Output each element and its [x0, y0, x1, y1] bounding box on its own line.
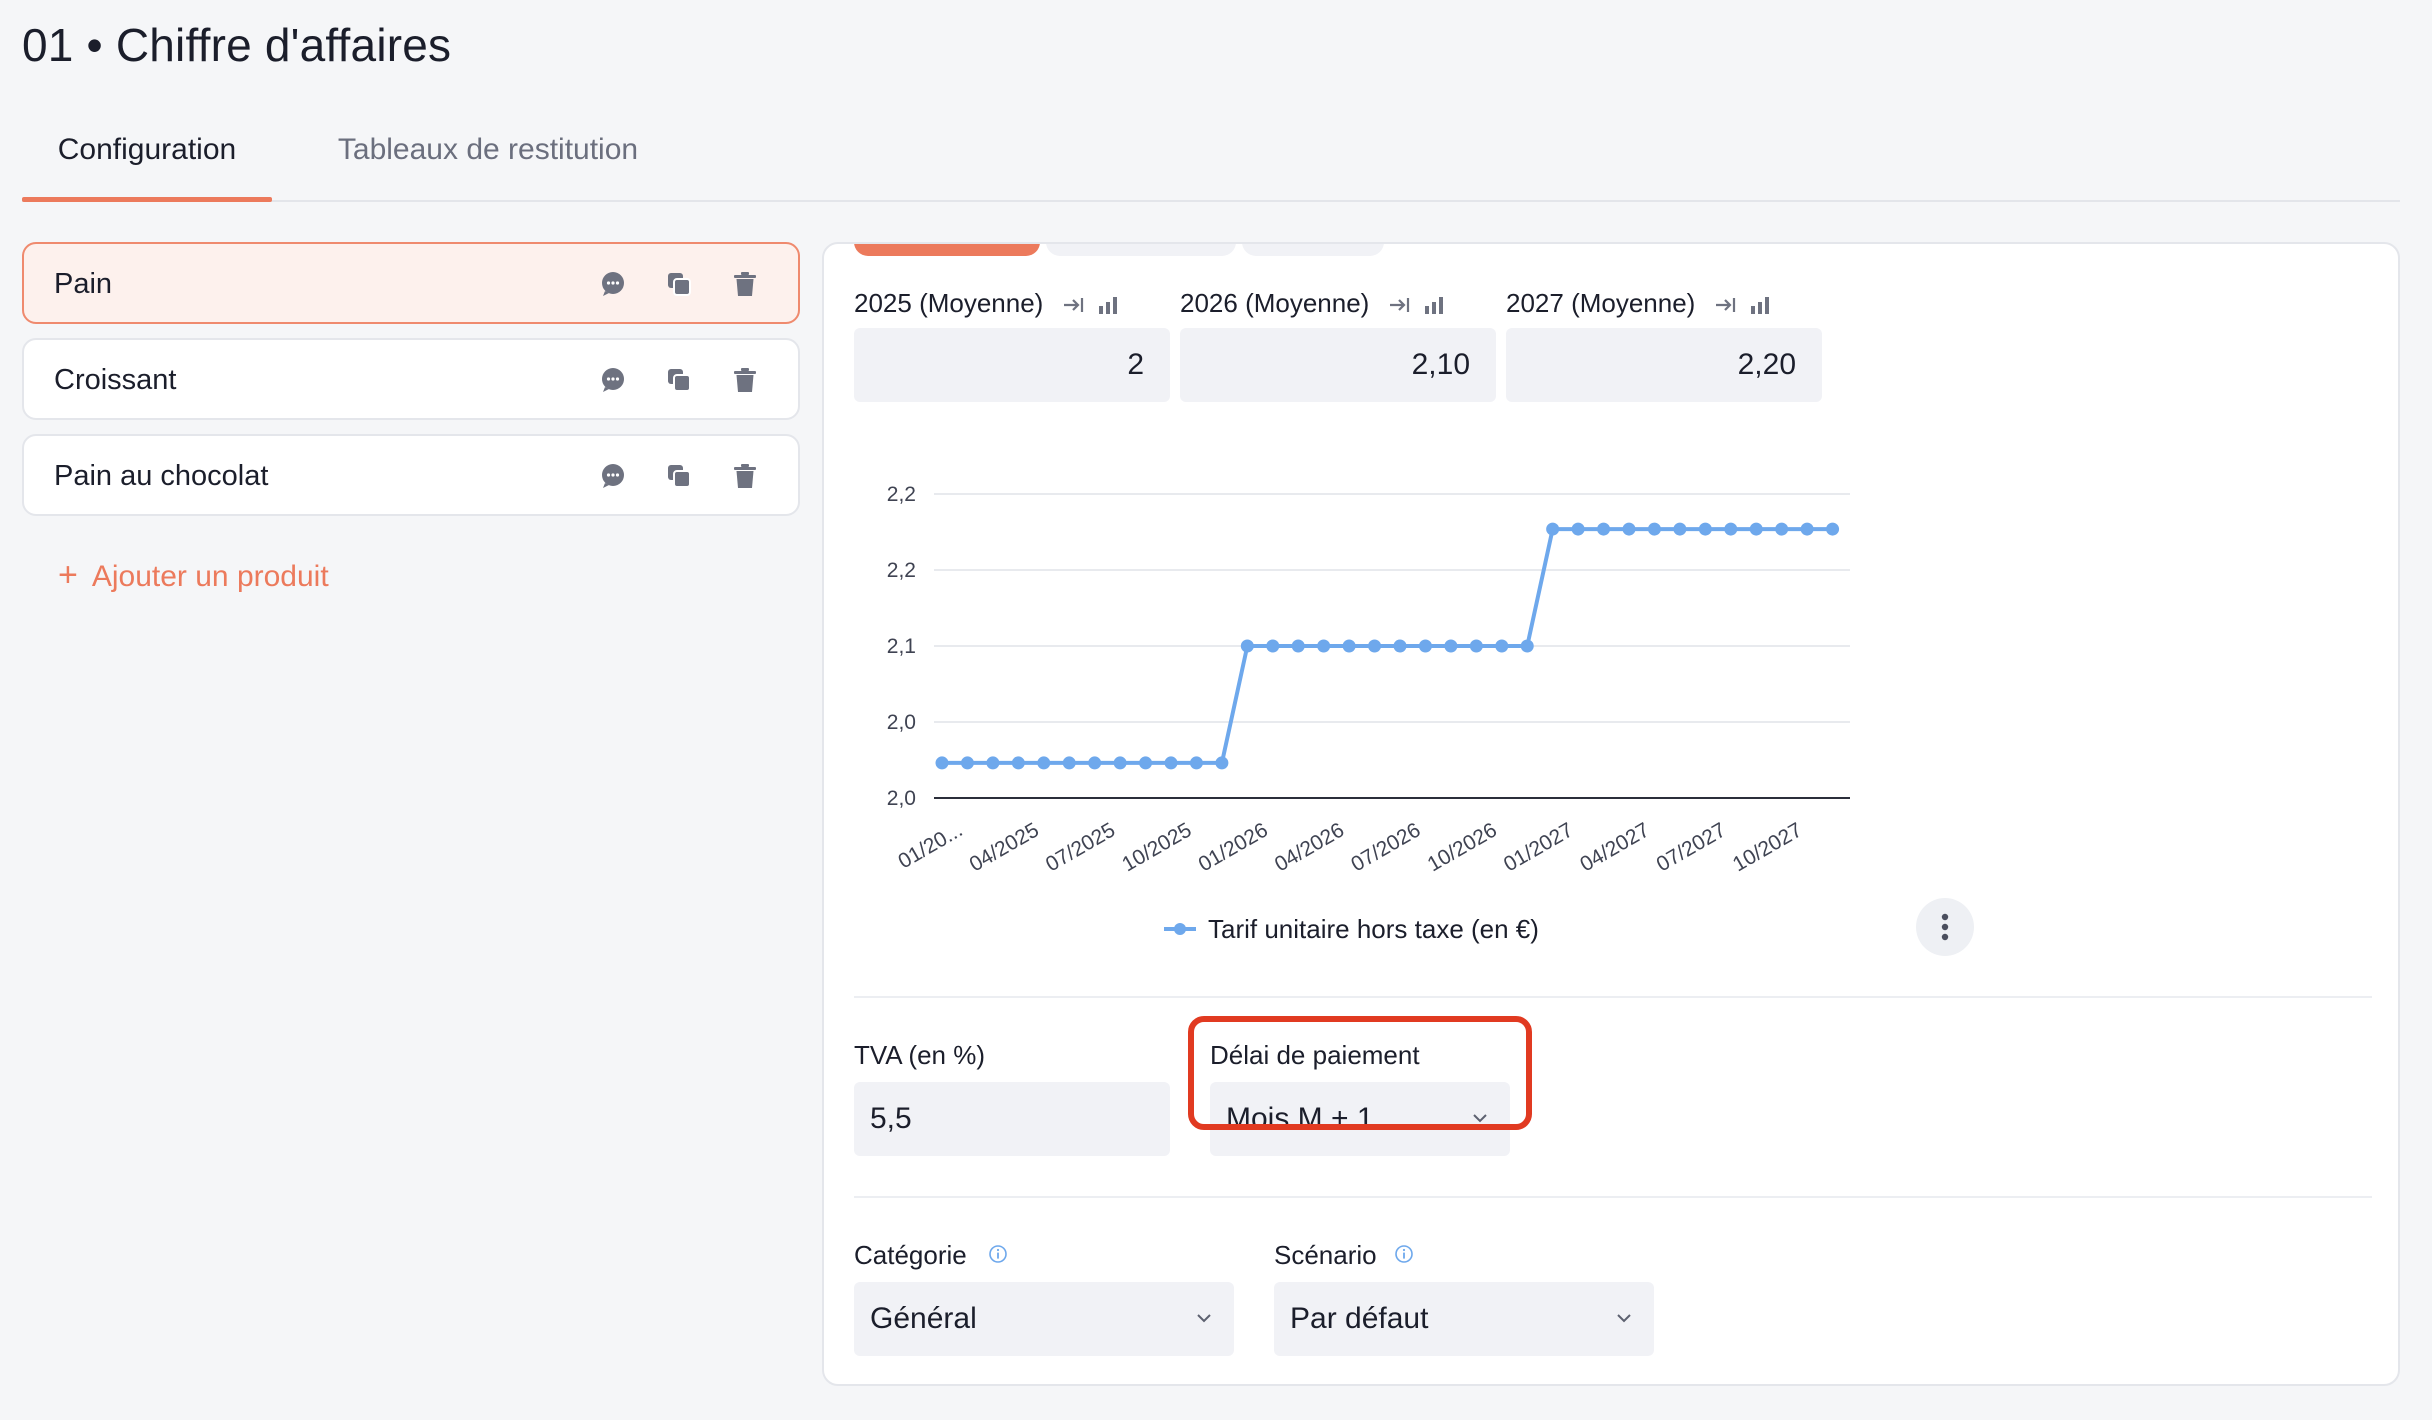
legend-marker: [1174, 923, 1186, 935]
data-point: [1546, 522, 1560, 536]
x-tick-label: 10/2027: [1729, 818, 1806, 876]
data-point: [1826, 522, 1840, 536]
data-point: [1495, 639, 1509, 653]
data-point: [1775, 522, 1789, 536]
tab-bar: Configuration Tableaux de restitution: [22, 124, 2400, 202]
chevron-down-icon: [1197, 1314, 1211, 1323]
chart-menu-button[interactable]: [1916, 898, 1974, 956]
trash-icon[interactable]: [730, 365, 760, 395]
product-detail-panel: 2025 (Moyenne) 2 2026 (Moyenne) 2,10 202…: [822, 242, 2400, 1386]
data-point: [1597, 522, 1611, 536]
y-tick-label: 2,0: [887, 787, 916, 810]
x-tick-label: 07/2026: [1347, 818, 1424, 876]
scenario-value: Par défaut: [1290, 1302, 1429, 1335]
scenario-label: Scénario: [1274, 1240, 1377, 1270]
data-point: [1393, 639, 1407, 653]
data-point: [1011, 756, 1025, 770]
tva-input[interactable]: 5,5: [854, 1082, 1170, 1156]
data-point: [1139, 756, 1153, 770]
tva-label: TVA (en %): [854, 1040, 986, 1070]
data-point: [1317, 639, 1331, 653]
price-line-chart: 2,22,22,12,02,0 01/20... 04/2025 07/2025 10…: [887, 483, 1850, 944]
x-tick-label: 07/2025: [1042, 818, 1119, 876]
comment-icon[interactable]: [598, 461, 628, 491]
data-point: [986, 756, 1000, 770]
data-point: [1800, 522, 1814, 536]
plus-icon: +: [58, 556, 78, 594]
info-icon[interactable]: [988, 1244, 1008, 1264]
tab-tableaux-de-restitution[interactable]: Tableaux de restitution: [308, 124, 668, 200]
data-point: [1164, 756, 1178, 770]
x-tick-label: 04/2025: [966, 818, 1043, 876]
x-tick-label: 10/2026: [1424, 818, 1501, 876]
x-tick-label: 04/2027: [1576, 818, 1653, 876]
trash-icon[interactable]: [730, 269, 760, 299]
comment-icon[interactable]: [598, 269, 628, 299]
categorie-label: Catégorie: [854, 1240, 967, 1270]
data-point: [1113, 756, 1127, 770]
x-tick-label: 04/2026: [1271, 818, 1348, 876]
data-point: [1037, 756, 1051, 770]
data-point: [960, 756, 974, 770]
page-title: 01 • Chiffre d'affaires: [22, 19, 452, 71]
x-tick-label: 07/2027: [1653, 818, 1730, 876]
divider: [854, 996, 2372, 998]
data-point: [935, 756, 949, 770]
data-point: [1444, 639, 1458, 653]
product-item-pain-au-chocolat[interactable]: Pain au chocolat: [22, 434, 800, 516]
tab-configuration[interactable]: Configuration: [22, 124, 272, 202]
data-point: [1622, 522, 1636, 536]
data-point: [1673, 522, 1687, 536]
x-tick-label: 01/20...: [894, 818, 966, 873]
y-tick-label: 2,2: [887, 559, 916, 582]
divider: [854, 1196, 2372, 1198]
data-point: [1749, 522, 1763, 536]
product-name: Pain: [54, 268, 113, 300]
comment-icon[interactable]: [598, 365, 628, 395]
data-point: [1088, 756, 1102, 770]
x-tick-label: 10/2025: [1118, 818, 1195, 876]
duplicate-icon[interactable]: [664, 461, 694, 491]
data-point: [1698, 522, 1712, 536]
trash-icon[interactable]: [730, 461, 760, 491]
highlight-box: [1188, 1016, 1532, 1130]
info-icon[interactable]: [1394, 1244, 1414, 1264]
legend-label: Tarif unitaire hors taxe (en €): [1208, 914, 1539, 944]
data-point: [1062, 756, 1076, 770]
y-tick-label: 2,2: [887, 483, 916, 506]
product-item-croissant[interactable]: Croissant: [22, 338, 800, 420]
chart-legend: Tarif unitaire hors taxe (en €): [1164, 914, 1539, 944]
data-point: [1647, 522, 1661, 536]
data-point: [1724, 522, 1738, 536]
categorie-value: Général: [870, 1302, 977, 1335]
x-tick-label: 01/2026: [1195, 818, 1272, 876]
scenario-select[interactable]: Par défaut: [1274, 1282, 1654, 1356]
more-vertical-icon: [1941, 913, 1949, 941]
categorie-select[interactable]: Général: [854, 1282, 1234, 1356]
data-point: [1571, 522, 1585, 536]
data-point: [1291, 639, 1305, 653]
y-tick-label: 2,0: [887, 711, 916, 734]
x-tick-label: 01/2027: [1500, 818, 1577, 876]
duplicate-icon[interactable]: [664, 365, 694, 395]
add-product-button[interactable]: + Ajouter un produit: [58, 556, 329, 595]
duplicate-icon[interactable]: [664, 269, 694, 299]
data-point: [1266, 639, 1280, 653]
product-name: Croissant: [54, 364, 177, 396]
data-point: [1368, 639, 1382, 653]
data-point: [1215, 756, 1229, 770]
data-point: [1520, 639, 1534, 653]
data-point: [1342, 639, 1356, 653]
product-item-pain[interactable]: Pain: [22, 242, 800, 324]
chevron-down-icon: [1617, 1314, 1631, 1323]
data-point: [1418, 639, 1432, 653]
data-point: [1469, 639, 1483, 653]
y-tick-label: 2,1: [887, 635, 916, 658]
add-product-label: Ajouter un produit: [91, 560, 329, 593]
data-point: [1189, 756, 1203, 770]
data-point: [1240, 639, 1254, 653]
product-name: Pain au chocolat: [54, 460, 269, 492]
